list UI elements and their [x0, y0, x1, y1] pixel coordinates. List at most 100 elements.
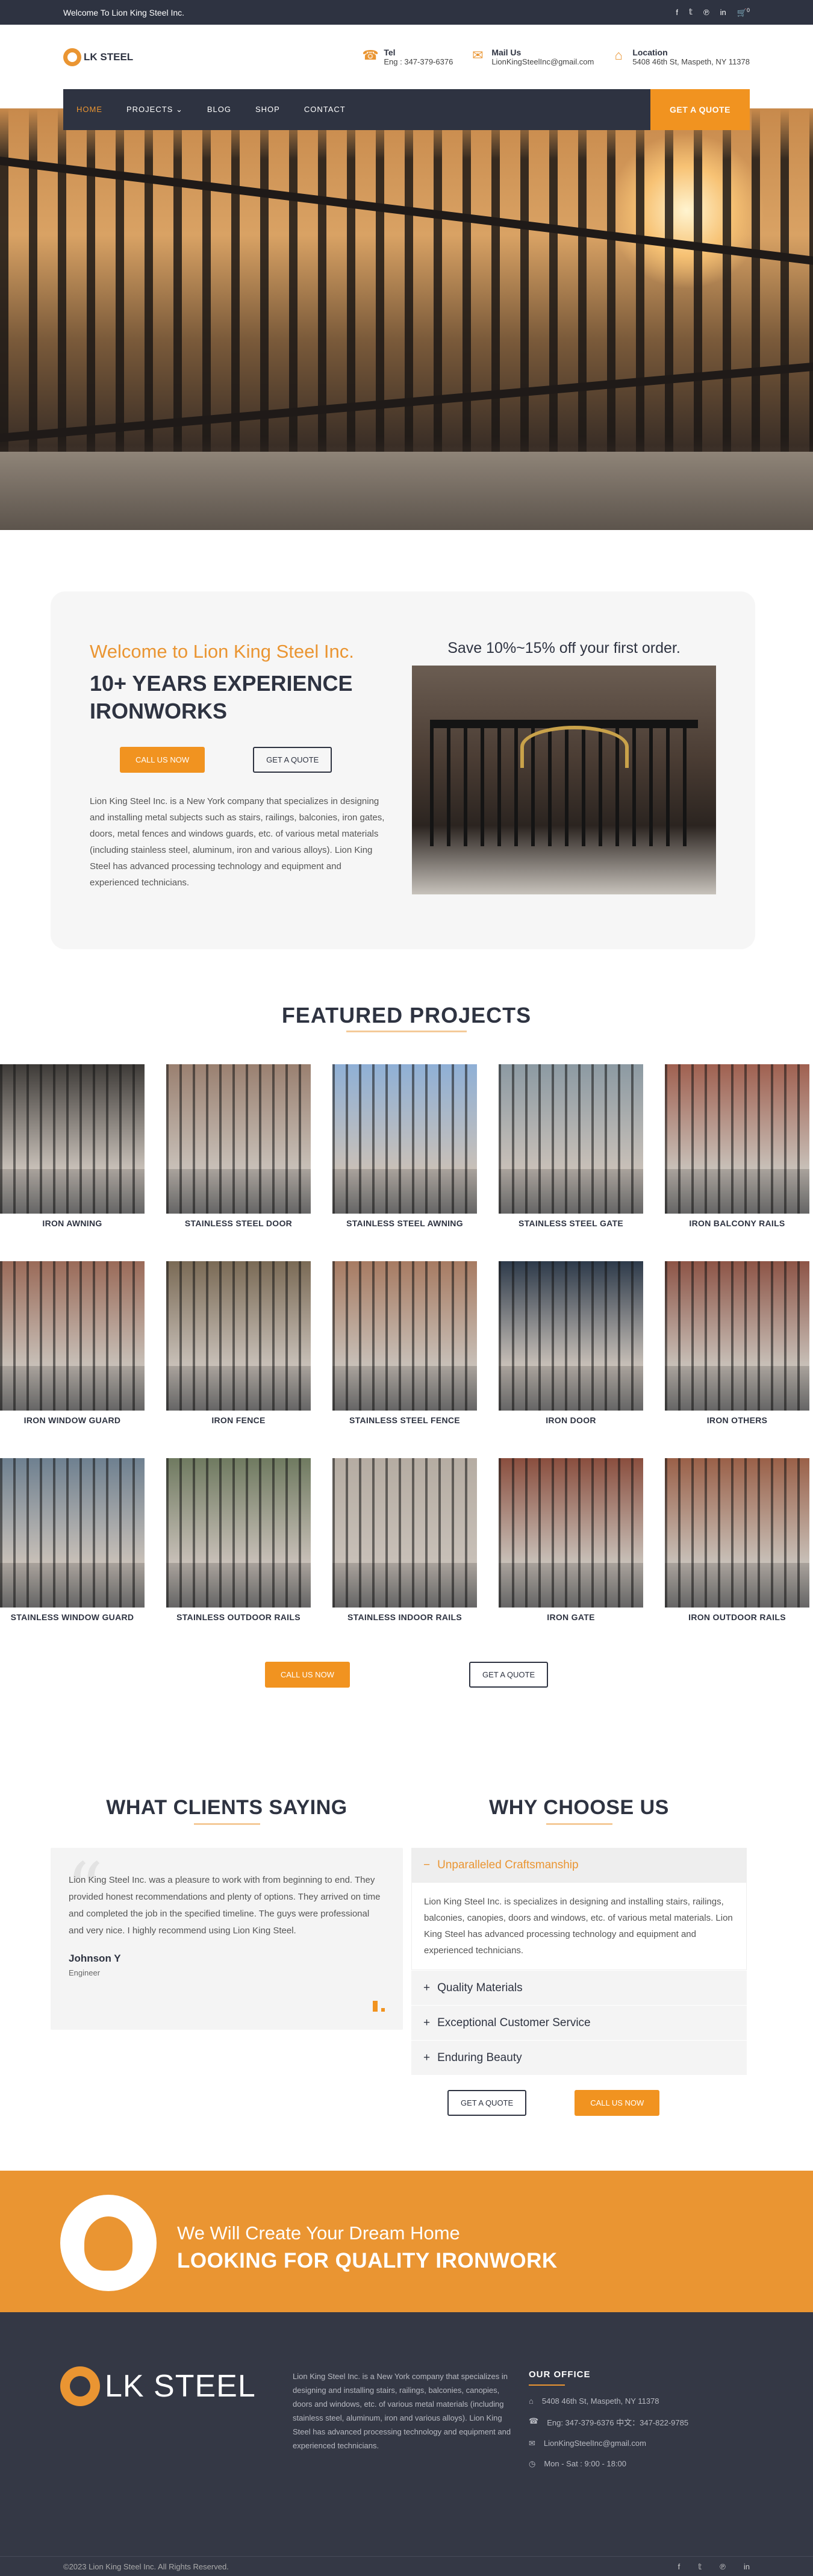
project-caption[interactable]: IRON BALCONY RAILS [665, 1218, 809, 1228]
plus-icon: + [423, 2051, 431, 2064]
carousel-dots[interactable] [373, 2001, 385, 2012]
testimonial-card: “ Lion King Steel Inc. was a pleasure to… [51, 1848, 403, 2030]
project-card[interactable]: STAINLESS STEEL GATE [499, 1064, 643, 1228]
project-caption[interactable]: STAINLESS STEEL GATE [499, 1218, 643, 1228]
testimonial-role: Engineer [69, 1968, 101, 1977]
project-thumbnail[interactable] [0, 1458, 145, 1608]
office-line: ⌂ 5408 46th St, Maspeth, NY 11378 [529, 2397, 734, 2406]
site-logo[interactable]: LK STEEL [63, 48, 133, 66]
project-card[interactable]: IRON AWNING [0, 1064, 145, 1228]
phone-icon: ☎ [529, 2416, 539, 2425]
project-caption[interactable]: STAINLESS STEEL FENCE [332, 1415, 477, 1425]
project-caption[interactable]: IRON GATE [499, 1612, 643, 1622]
project-thumbnail[interactable] [332, 1064, 477, 1214]
project-card[interactable]: IRON DOOR [499, 1261, 643, 1425]
project-card[interactable]: STAINLESS INDOOR RAILS [332, 1458, 477, 1622]
project-thumbnail[interactable] [166, 1261, 311, 1411]
welcome-title: Welcome to Lion King Steel Inc. [90, 641, 354, 662]
cart-icon[interactable]: 🛒0 [737, 7, 750, 17]
project-thumbnail[interactable] [499, 1064, 643, 1214]
project-card[interactable]: STAINLESS STEEL FENCE [332, 1261, 477, 1425]
carousel-dot-active[interactable] [373, 2001, 378, 2012]
twitter-icon[interactable]: 𝕥 [689, 7, 693, 17]
footer-office: OUR OFFICE ⌂ 5408 46th St, Maspeth, NY 11… [529, 2369, 734, 2469]
project-caption[interactable]: IRON AWNING [0, 1218, 145, 1228]
twitter-icon[interactable]: 𝕥 [698, 2562, 702, 2572]
project-caption[interactable]: IRON OUTDOOR RAILS [665, 1612, 809, 1622]
project-thumbnail[interactable] [665, 1261, 809, 1411]
project-thumbnail[interactable] [166, 1458, 311, 1608]
project-thumbnail[interactable] [665, 1064, 809, 1214]
project-caption[interactable]: IRON DOOR [499, 1415, 643, 1425]
office-line: ◷ Mon - Sat : 9:00 - 18:00 [529, 2459, 734, 2469]
facebook-icon[interactable]: f [678, 2562, 681, 2572]
project-card[interactable]: STAINLESS WINDOW GUARD [0, 1458, 145, 1622]
project-thumbnail[interactable] [665, 1458, 809, 1608]
office-text[interactable]: LionKingSteelInc@gmail.com [544, 2439, 646, 2448]
project-caption[interactable]: STAINLESS OUTDOOR RAILS [166, 1612, 311, 1622]
cta-banner: We Will Create Your Dream Home LOOKING F… [0, 2171, 813, 2312]
banner-line-2: LOOKING FOR QUALITY IRONWORK [177, 2249, 558, 2272]
contact-location: ⌂ Location 5408 46th St, Maspeth, NY 1137… [611, 48, 750, 66]
clients-section: WHAT CLIENTS SAYING “ Lion King Steel In… [51, 1796, 403, 2030]
accordion-header[interactable]: + Quality Materials [411, 1971, 747, 2005]
project-caption[interactable]: STAINLESS INDOOR RAILS [332, 1612, 477, 1622]
accordion-body: Lion King Steel Inc. is specializes in d… [411, 1882, 747, 1970]
accordion-header[interactable]: + Enduring Beauty [411, 2041, 747, 2075]
accordion-label: Unparalleled Craftsmanship [437, 1858, 579, 1871]
linkedin-icon[interactable]: in [720, 8, 726, 17]
contact-value[interactable]: Eng : 347-379-6376 [384, 57, 453, 66]
project-caption[interactable]: IRON OTHERS [665, 1415, 809, 1425]
project-card[interactable]: IRON FENCE [166, 1261, 311, 1425]
nav-item-projects[interactable]: PROJECTS ⌄ [126, 105, 183, 114]
copyright: ©2023 Lion King Steel Inc. All Rights Re… [63, 2562, 229, 2571]
nav-item-contact[interactable]: CONTACT [304, 105, 346, 114]
project-card[interactable]: STAINLESS OUTDOOR RAILS [166, 1458, 311, 1622]
hero-image [0, 108, 813, 530]
project-card[interactable]: IRON GATE [499, 1458, 643, 1622]
accordion-header[interactable]: + Exceptional Customer Service [411, 2006, 747, 2040]
office-line: ☎ Eng: 347-379-6376 中文：347-822-9785 [529, 2416, 734, 2428]
contact-value[interactable]: LionKingSteelInc@gmail.com [491, 57, 594, 66]
pinterest-icon[interactable]: ℗ [720, 2562, 726, 2572]
project-card[interactable]: IRON OUTDOOR RAILS [665, 1458, 809, 1622]
nav-item-blog[interactable]: BLOG [207, 105, 231, 114]
call-us-button[interactable]: CALL US NOW [120, 747, 205, 773]
project-thumbnail[interactable] [166, 1064, 311, 1214]
get-quote-button[interactable]: GET A QUOTE [253, 747, 332, 773]
footer-logo[interactable]: LK STEEL [60, 2366, 256, 2406]
project-caption[interactable]: STAINLESS STEEL AWNING [332, 1218, 477, 1228]
project-thumbnail[interactable] [0, 1064, 145, 1214]
project-card[interactable]: IRON BALCONY RAILS [665, 1064, 809, 1228]
project-caption[interactable]: IRON FENCE [166, 1415, 311, 1425]
project-thumbnail[interactable] [499, 1261, 643, 1411]
project-thumbnail[interactable] [0, 1261, 145, 1411]
project-thumbnail[interactable] [332, 1261, 477, 1411]
project-card[interactable]: STAINLESS STEEL AWNING [332, 1064, 477, 1228]
nav-item-shop[interactable]: SHOP [255, 105, 280, 114]
minus-icon: − [423, 1858, 431, 1871]
accordion-header[interactable]: − Unparalleled Craftsmanship [411, 1848, 747, 1882]
project-caption[interactable]: IRON WINDOW GUARD [0, 1415, 145, 1425]
project-caption[interactable]: STAINLESS STEEL DOOR [166, 1218, 311, 1228]
project-card[interactable]: STAINLESS STEEL DOOR [166, 1064, 311, 1228]
project-card[interactable]: IRON OTHERS [665, 1261, 809, 1425]
project-thumbnail[interactable] [332, 1458, 477, 1608]
carousel-dot[interactable] [381, 2008, 385, 2012]
facebook-icon[interactable]: f [676, 8, 678, 17]
project-card[interactable]: IRON WINDOW GUARD [0, 1261, 145, 1425]
project-caption[interactable]: STAINLESS WINDOW GUARD [0, 1612, 145, 1622]
accordion-item: + Quality Materials [411, 1971, 747, 2006]
get-quote-button[interactable]: GET A QUOTE [447, 2090, 527, 2116]
nav-item-home[interactable]: HOME [76, 105, 102, 114]
get-quote-button[interactable]: GET A QUOTE [469, 1662, 549, 1688]
nav-get-quote-button[interactable]: GET A QUOTE [650, 89, 750, 130]
linkedin-icon[interactable]: in [744, 2562, 750, 2572]
call-us-button[interactable]: CALL US NOW [575, 2090, 660, 2116]
project-thumbnail[interactable] [499, 1458, 643, 1608]
hero-stone-wall [0, 452, 813, 530]
banner-line-1: We Will Create Your Dream Home [177, 2222, 460, 2244]
office-text[interactable]: Eng: 347-379-6376 中文：347-822-9785 [547, 2416, 688, 2428]
pinterest-icon[interactable]: ℗ [703, 8, 709, 17]
call-us-button[interactable]: CALL US NOW [264, 1662, 350, 1688]
